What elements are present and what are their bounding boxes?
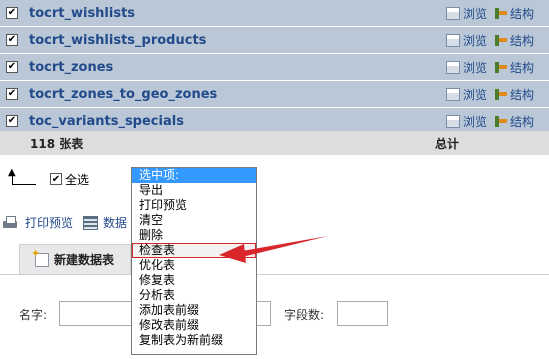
table-name-link[interactable]: tocrt_wishlists <box>29 6 429 21</box>
printer-icon <box>2 215 18 230</box>
dropdown-option-copy-prefix[interactable]: 复制表为新前缀 <box>132 333 256 348</box>
structure-link[interactable]: 结构 <box>493 59 534 76</box>
table-row[interactable]: ✔ tocrt_wishlists 浏览 结构 <box>0 0 549 27</box>
browse-link[interactable]: 浏览 <box>446 32 487 49</box>
browse-icon <box>446 87 460 101</box>
total-label: 总计 <box>435 136 460 151</box>
row-checkbox[interactable]: ✔ <box>6 7 18 19</box>
browse-icon <box>446 33 460 47</box>
browse-icon <box>446 114 460 128</box>
dropdown-option-print-preview[interactable]: 打印预览 <box>132 198 256 213</box>
table-row[interactable]: ✔ tocrt_wishlists_products 浏览 结构 <box>0 27 549 54</box>
structure-link[interactable]: 结构 <box>493 32 534 49</box>
field-count-input[interactable] <box>337 301 388 326</box>
with-selected-dropdown[interactable]: 选中项: 导出 打印预览 清空 删除 检查表 优化表 修复表 分析表 添加表前缀… <box>131 167 257 355</box>
select-all-checkbox[interactable]: ✔ <box>50 173 62 185</box>
data-dictionary-link[interactable]: 数据 <box>103 214 127 231</box>
select-all-bar: ▲ ✔ 全选 <box>8 168 89 188</box>
browse-link[interactable]: 浏览 <box>446 113 487 130</box>
browse-link[interactable]: 浏览 <box>446 86 487 103</box>
structure-icon <box>493 7 508 20</box>
data-dictionary-icon <box>83 215 99 230</box>
table-name-link[interactable]: tocrt_zones <box>29 60 429 75</box>
new-table-label: 新建数据表 <box>54 253 115 267</box>
row-checkbox[interactable]: ✔ <box>6 61 18 73</box>
table-row[interactable]: ✔ tocrt_zones_to_geo_zones 浏览 结构 <box>0 81 549 108</box>
table-name-link[interactable]: toc_variants_specials <box>29 114 429 129</box>
dropdown-option-export[interactable]: 导出 <box>132 183 256 198</box>
row-checkbox[interactable]: ✔ <box>6 115 18 127</box>
print-bar: 打印预览 数据 <box>2 214 127 231</box>
arrow-up-icon: ▲ <box>8 168 38 188</box>
structure-link[interactable]: 结构 <box>493 5 534 22</box>
browse-link[interactable]: 浏览 <box>446 5 487 22</box>
structure-icon <box>493 115 508 128</box>
browse-icon <box>446 60 460 74</box>
dropdown-option-drop[interactable]: 删除 <box>132 228 256 243</box>
structure-icon <box>493 88 508 101</box>
dropdown-option-with-selected[interactable]: 选中项: <box>132 168 256 183</box>
row-checkbox[interactable]: ✔ <box>6 88 18 100</box>
table-name-link[interactable]: tocrt_zones_to_geo_zones <box>29 87 429 102</box>
table-name-link[interactable]: tocrt_wishlists_products <box>29 33 429 48</box>
dropdown-option-check-table[interactable]: 检查表 <box>132 243 256 258</box>
select-all-label[interactable]: 全选 <box>65 171 89 188</box>
browse-icon <box>446 6 460 20</box>
summary-row: 118 张表 总计 <box>0 131 549 155</box>
dropdown-option-analyze[interactable]: 分析表 <box>132 288 256 303</box>
table-list: ✔ tocrt_wishlists 浏览 结构 ✔ tocrt_wishlist… <box>0 0 549 135</box>
browse-link[interactable]: 浏览 <box>446 59 487 76</box>
dropdown-option-repair[interactable]: 修复表 <box>132 273 256 288</box>
dropdown-option-replace-prefix[interactable]: 修改表前缀 <box>132 318 256 333</box>
dropdown-option-add-prefix[interactable]: 添加表前缀 <box>132 303 256 318</box>
table-count: 118 张表 <box>30 136 84 151</box>
create-table-form: 名字: 字段数: <box>0 274 549 359</box>
name-label: 名字: <box>19 308 48 322</box>
dropdown-option-empty[interactable]: 清空 <box>132 213 256 228</box>
dropdown-option-optimize[interactable]: 优化表 <box>132 258 256 273</box>
new-table-icon <box>31 247 49 267</box>
new-table-tab[interactable]: 新建数据表 <box>19 244 131 274</box>
structure-link[interactable]: 结构 <box>493 86 534 103</box>
field-count-label: 字段数: <box>284 308 325 322</box>
print-preview-link[interactable]: 打印预览 <box>25 214 73 231</box>
row-checkbox[interactable]: ✔ <box>6 34 18 46</box>
table-row[interactable]: ✔ tocrt_zones 浏览 结构 <box>0 54 549 81</box>
structure-icon <box>493 61 508 74</box>
structure-link[interactable]: 结构 <box>493 113 534 130</box>
structure-icon <box>493 34 508 47</box>
